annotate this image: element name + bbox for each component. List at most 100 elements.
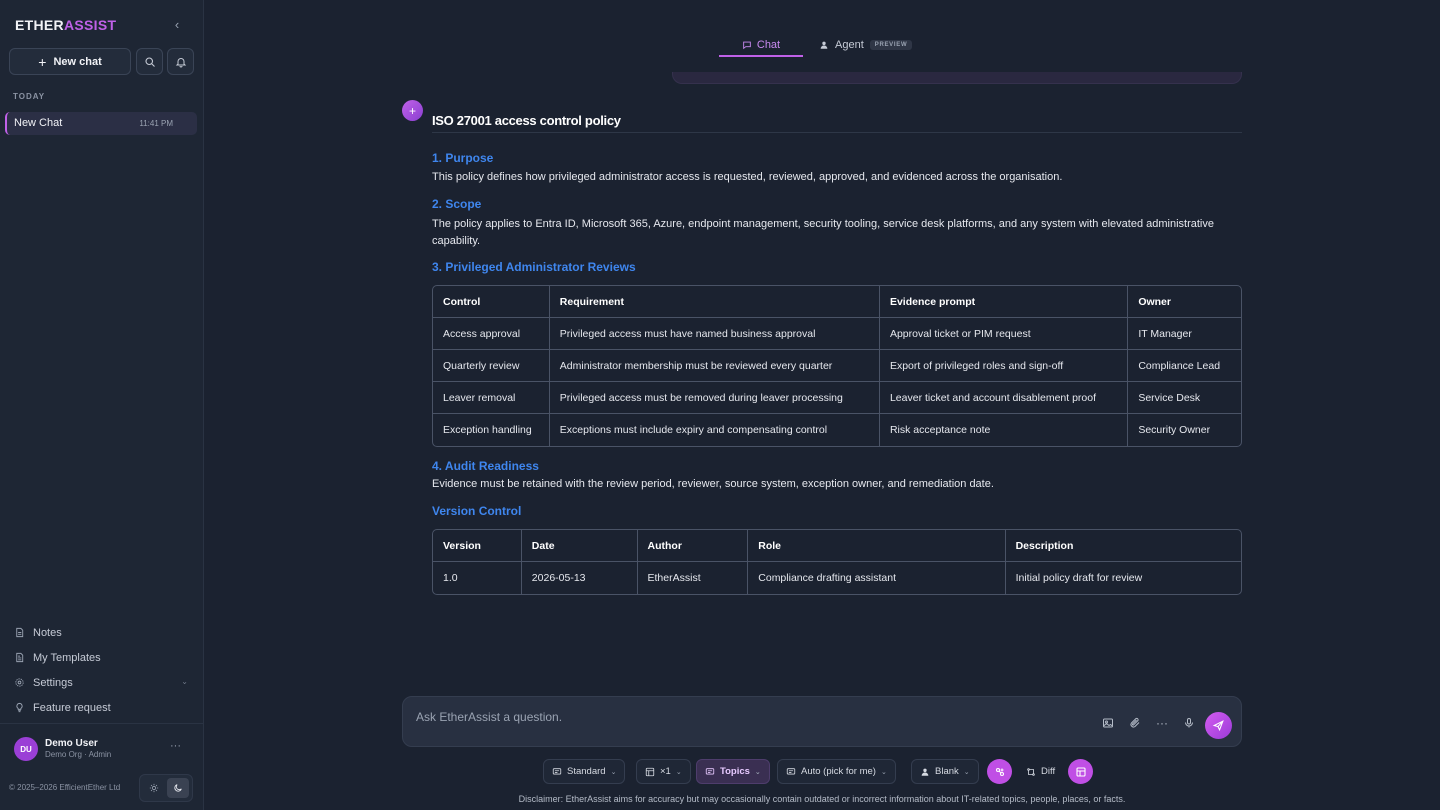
sidebar-links: Notes My Templates Settings ⌄ Feature re… (0, 620, 204, 720)
document-title: ISO 27001 access control policy (432, 113, 1242, 133)
send-icon (1212, 720, 1224, 732)
table-cell: EtherAssist (638, 562, 749, 594)
attach-icon[interactable] (1128, 716, 1142, 730)
model-select[interactable]: Auto (pick for me) ⌄ (777, 759, 896, 784)
table-cell: Quarterly review (433, 350, 550, 382)
diff-label: Diff (1041, 766, 1056, 777)
dark-theme-button[interactable] (167, 778, 189, 798)
light-theme-button[interactable] (143, 778, 165, 798)
assistant-message: ISO 27001 access control policy 1. Purpo… (432, 113, 1242, 595)
select-label: ×1 (660, 766, 671, 777)
table-cell: Initial policy draft for review (1015, 572, 1143, 584)
sidebar-item-settings[interactable]: Settings ⌄ (0, 670, 204, 695)
sidebar: ETHERASSIST ‹ + New chat TODAY New Chat … (0, 0, 204, 810)
send-button[interactable] (1205, 712, 1232, 739)
chevron-down-icon: ⌄ (181, 677, 188, 686)
table-header-cell: Requirement (549, 286, 880, 318)
topics-select[interactable]: Topics ⌄ (696, 759, 770, 784)
table-row: Access approval Privileged access must h… (433, 318, 1241, 350)
collapse-sidebar-icon[interactable]: ‹ (170, 17, 184, 33)
sun-icon (149, 783, 159, 793)
table-header-cell: Description (1005, 530, 1241, 562)
chevron-down-icon: ⌄ (963, 768, 970, 776)
table-cell: 1.0 (433, 562, 522, 594)
table-header-cell: Role (748, 530, 1006, 562)
table-cell: Exceptions must include expiry and compe… (550, 414, 880, 446)
table-row: Quarterly review Administrator membershi… (433, 350, 1241, 382)
response-style-select[interactable]: Standard ⌄ (543, 759, 626, 784)
more-icon[interactable]: ··· (1155, 716, 1169, 730)
theme-toggle (139, 774, 193, 802)
tools-icon (995, 767, 1004, 776)
multiplier-select[interactable]: ×1 ⌄ (636, 759, 691, 784)
gear-icon (15, 678, 24, 687)
sidebar-item-templates[interactable]: My Templates (0, 645, 204, 670)
person-icon (921, 768, 929, 776)
new-chat-button[interactable]: + New chat (9, 48, 131, 75)
table-cell: Leaver ticket and account disablement pr… (879, 382, 1129, 414)
chevron-down-icon: ⌄ (610, 768, 617, 776)
select-label: Topics (720, 766, 750, 777)
grid-icon (645, 767, 655, 776)
section-text-audit: Evidence must be retained with the revie… (432, 478, 994, 490)
image-upload-icon[interactable] (1101, 716, 1115, 730)
table-cell: Privileged access must have named busine… (549, 318, 880, 350)
table-row: Exception handling Exceptions must inclu… (433, 414, 1241, 446)
tab-agent[interactable]: Agent PREVIEW (819, 35, 913, 55)
table-cell: Security Owner (1138, 424, 1211, 436)
sidebar-item-feature-request[interactable]: Feature request (0, 695, 204, 720)
section-today-label: TODAY (13, 92, 46, 101)
section-heading-version-control: Version Control (432, 504, 522, 518)
chat-history-item[interactable]: New Chat 11:41 PM (5, 112, 197, 135)
select-label: Blank (935, 766, 959, 777)
chat-title: New Chat (14, 117, 63, 129)
search-button[interactable] (136, 48, 163, 75)
table-cell: Export of privileged roles and sign-off (879, 350, 1129, 382)
chat-bubble-icon (743, 41, 751, 50)
table-cell: Privileged access must be removed during… (549, 382, 880, 414)
tools-button[interactable] (987, 759, 1012, 784)
select-label: Standard (567, 766, 606, 777)
table-header-cell: Evidence prompt (879, 286, 1129, 318)
document-icon (16, 652, 24, 663)
diff-button[interactable]: Diff (1018, 759, 1063, 784)
table-header-cell: Owner (1128, 286, 1241, 318)
brand-prefix: ETHER (15, 17, 64, 33)
section-heading-scope: 2. Scope (432, 197, 482, 211)
brand-accent: ASSIST (63, 17, 117, 33)
lightbulb-icon (16, 702, 23, 713)
microphone-icon[interactable] (1182, 716, 1196, 730)
user-name: Demo User (45, 738, 98, 749)
table-header-cell: Version (433, 530, 522, 562)
table-cell: Approval ticket or PIM request (879, 318, 1129, 350)
templates-button[interactable] (1068, 759, 1093, 784)
sidebar-item-label: My Templates (33, 651, 101, 664)
table-cell: Service Desk (1128, 382, 1241, 414)
message-composer: ··· (402, 696, 1242, 747)
persona-select[interactable]: Blank ⌄ (911, 759, 979, 784)
previous-message-edge (672, 72, 1242, 84)
plus-icon: + (38, 53, 47, 70)
note-icon (16, 627, 24, 638)
sidebar-item-label: Notes (33, 626, 62, 639)
notifications-button[interactable] (167, 48, 194, 75)
message-input[interactable] (416, 710, 1016, 724)
section-heading-reviews: 3. Privileged Administrator Reviews (432, 260, 636, 274)
sidebar-item-notes[interactable]: Notes (0, 620, 204, 645)
section-heading-purpose: 1. Purpose (432, 151, 494, 165)
tab-chat[interactable]: Chat (719, 35, 803, 57)
brand-logo[interactable]: ETHERASSIST (15, 17, 116, 33)
table-cell: Administrator membership must be reviewe… (549, 350, 880, 382)
more-options-icon[interactable]: ··· (170, 740, 181, 752)
table-cell: Compliance drafting assistant (748, 562, 1006, 594)
table-cell: Exception handling (433, 414, 550, 446)
avatar[interactable]: DU (14, 737, 38, 761)
table-header-row: Version Date Author Role Description (433, 530, 1241, 562)
preview-badge: PREVIEW (869, 40, 913, 50)
chevron-down-icon: ⌄ (880, 768, 887, 776)
table-header-row: Control Requirement Evidence prompt Owne… (433, 286, 1241, 318)
bell-icon (175, 57, 186, 67)
tab-label: Chat (756, 39, 781, 51)
tab-label: Agent (835, 39, 864, 51)
section-text-scope: The policy applies to Entra ID, Microsof… (432, 218, 1214, 247)
